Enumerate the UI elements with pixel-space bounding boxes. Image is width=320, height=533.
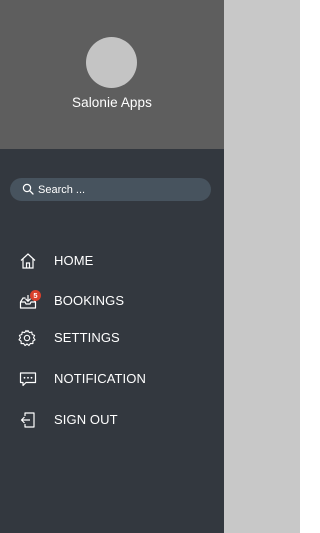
menu-item-label: BOOKINGS: [54, 293, 125, 308]
app-screen: Salonie Apps HOME: [0, 0, 300, 533]
menu-item-bookings[interactable]: 5 BOOKINGS: [0, 284, 224, 318]
profile-header: Salonie Apps: [0, 0, 224, 149]
menu-item-sign-out[interactable]: SIGN OUT: [0, 403, 224, 437]
menu-item-settings[interactable]: SETTINGS: [0, 321, 224, 355]
menu-item-notification[interactable]: NOTIFICATION: [0, 362, 224, 396]
avatar[interactable]: [86, 37, 137, 88]
bookings-count-badge: 5: [30, 290, 41, 301]
home-icon: [20, 253, 36, 269]
menu-item-label: SETTINGS: [54, 330, 120, 345]
content-backdrop[interactable]: [224, 0, 300, 533]
chat-notification-icon: [19, 372, 37, 387]
navigation-drawer: Salonie Apps HOME: [0, 0, 224, 533]
menu-item-label: NOTIFICATION: [54, 371, 146, 386]
sign-out-icon: [20, 412, 35, 428]
menu-item-label: SIGN OUT: [54, 412, 118, 427]
profile-name: Salonie Apps: [71, 95, 152, 110]
menu-item-label: HOME: [54, 253, 94, 268]
search-input[interactable]: [38, 178, 198, 201]
menu-item-home[interactable]: HOME: [0, 244, 224, 278]
search-bar[interactable]: [10, 178, 211, 201]
gear-icon: [18, 329, 36, 347]
search-icon: [22, 183, 34, 195]
